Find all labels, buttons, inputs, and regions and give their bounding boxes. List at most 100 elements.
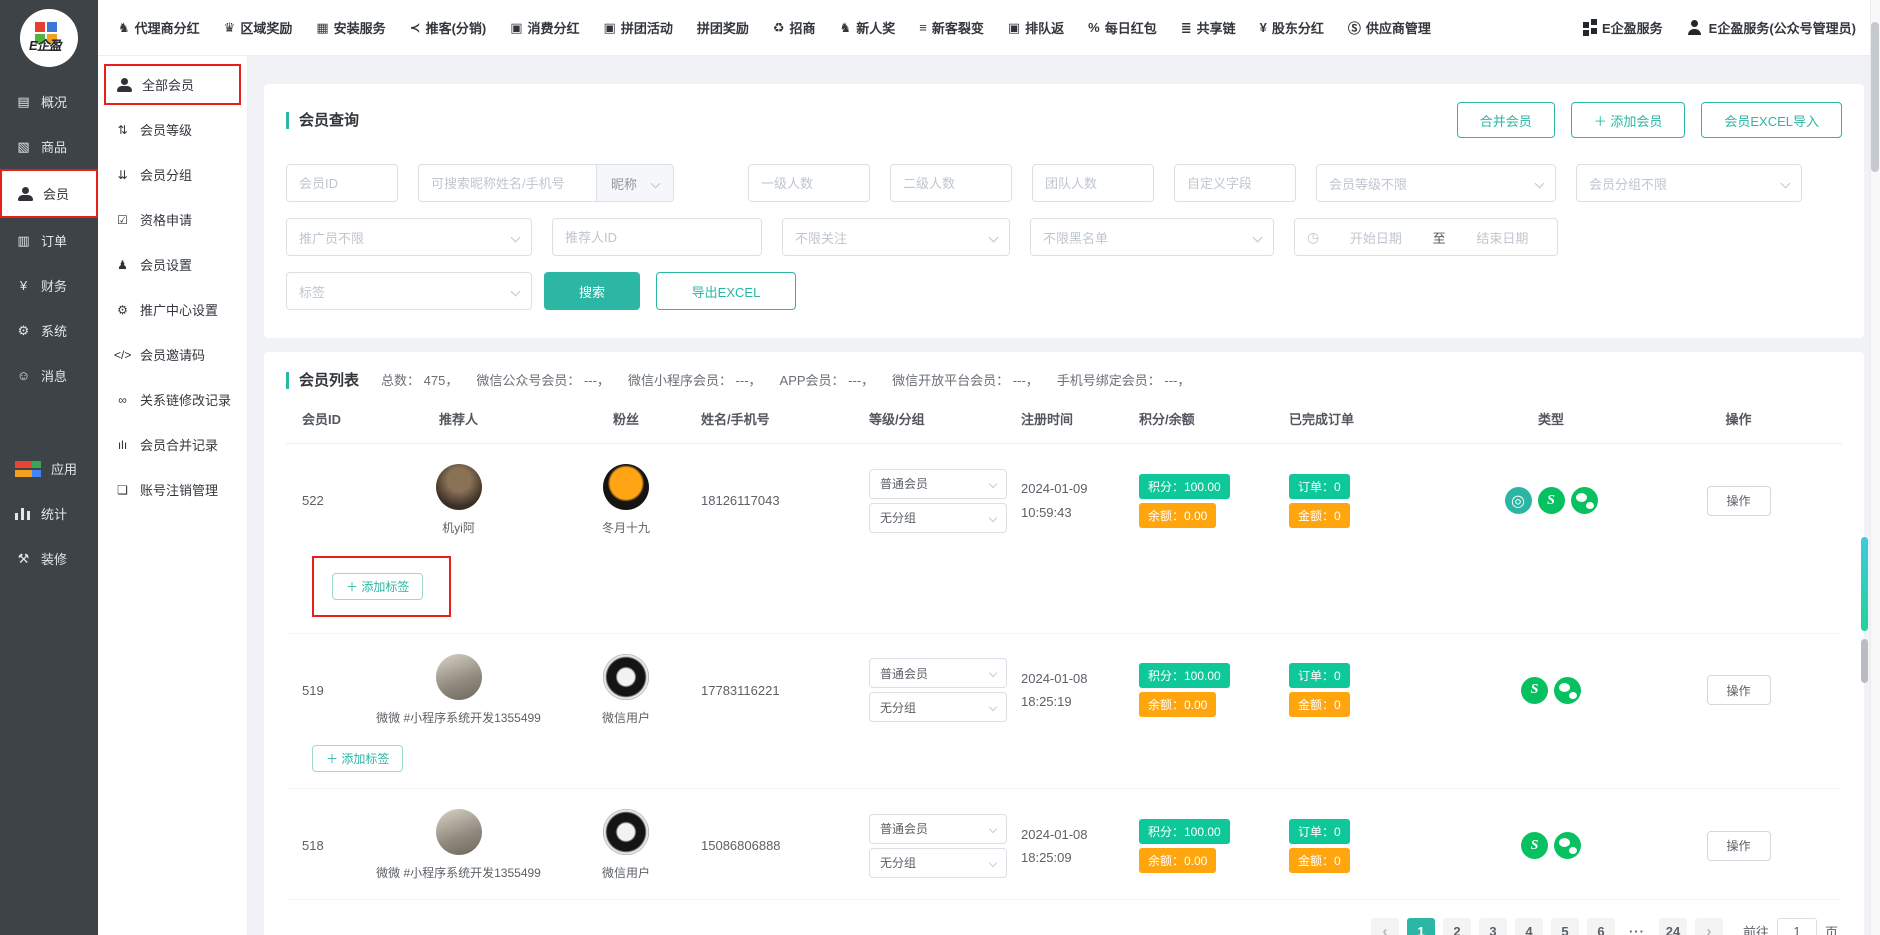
topnav-item[interactable]: ¥ 股东分红 (1260, 18, 1324, 37)
member-id-input[interactable] (286, 164, 398, 202)
submenu-item[interactable]: ⚙ 推广中心设置 (98, 287, 247, 332)
sidebar-item-icon (15, 507, 32, 520)
topnav-item-label: 排队返 (1025, 18, 1064, 37)
promoter-select[interactable]: 推广员不限 (286, 218, 532, 256)
add-tag-button[interactable]: ＋ 添加标签 (312, 745, 403, 772)
page-button[interactable]: 6 (1587, 918, 1615, 935)
quick-nav-thumb[interactable] (1861, 639, 1868, 683)
chevron-down-icon (989, 514, 997, 522)
sidebar-item[interactable]: ▧ 商品 (0, 124, 98, 169)
topnav-item[interactable]: ≣ 共享链 (1181, 18, 1236, 37)
topnav-item[interactable]: ▦ 安装服务 (316, 18, 385, 37)
export-excel-button[interactable]: 导出EXCEL (656, 272, 796, 310)
group-select[interactable]: 无分组 (869, 848, 1007, 878)
submenu-item[interactable]: 全部会员 (104, 64, 241, 105)
topnav-item[interactable]: ▣ 拼团活动 (604, 18, 673, 37)
topnav-item-icon: ≺ (410, 20, 421, 36)
row-action-button[interactable]: 操作 (1707, 831, 1771, 861)
search-button[interactable]: 搜索 (544, 272, 640, 310)
sidebar-item[interactable]: 会员 (0, 169, 98, 218)
sidebar-item[interactable]: 应用 (0, 446, 98, 491)
team-count-input[interactable] (1032, 164, 1154, 202)
topnav-item[interactable]: % 每日红包 (1088, 18, 1157, 37)
submenu-item[interactable]: ☑ 资格申请 (98, 197, 247, 242)
wechat-pay-icon (1521, 832, 1548, 859)
topnav-item[interactable]: ▣ 排队返 (1008, 18, 1064, 37)
topnav-item[interactable]: 拼团奖励 (697, 18, 749, 37)
add-tag-annotation: ＋ 添加标签 (312, 745, 403, 772)
excel-import-button[interactable]: 会员EXCEL导入 (1701, 102, 1842, 138)
topnav-item[interactable]: ♻ 招商 (773, 18, 816, 37)
goto-page-input[interactable] (1777, 918, 1817, 935)
merge-member-button[interactable]: 合并会员 (1457, 102, 1555, 138)
sidebar-item[interactable]: ▥ 订单 (0, 218, 98, 263)
service-menu[interactable]: E企盈服务 (1583, 18, 1663, 37)
group-select[interactable]: 无分组 (869, 692, 1007, 722)
chevron-down-icon (511, 232, 521, 242)
submenu-item[interactable]: ⇅ 会员等级 (98, 107, 247, 152)
scrollbar-thumb[interactable] (1871, 22, 1879, 172)
row-action-button[interactable]: 操作 (1707, 675, 1771, 705)
sidebar-item[interactable]: ☺ 消息 (0, 353, 98, 398)
sidebar-item[interactable]: ▤ 概况 (0, 79, 98, 124)
submenu-item[interactable]: ⇊ 会员分组 (98, 152, 247, 197)
level1-count-input[interactable] (748, 164, 870, 202)
topnav-item-icon: % (1088, 20, 1100, 35)
quick-nav-indicator[interactable] (1861, 537, 1868, 631)
submenu-item[interactable]: </> 会员邀请码 (98, 332, 247, 377)
fan-name: 冬月十九 (551, 519, 701, 538)
next-page-button[interactable]: › (1695, 918, 1723, 935)
follow-filter-select[interactable]: 不限关注 (782, 218, 1010, 256)
topnav-item-label: 股东分红 (1272, 18, 1324, 37)
custom-field-input[interactable] (1174, 164, 1296, 202)
submenu-item[interactable]: ılı 会员合并记录 (98, 422, 247, 467)
prev-page-button[interactable]: ‹ (1371, 918, 1399, 935)
page-button[interactable]: 1 (1407, 918, 1435, 935)
sidebar-item[interactable]: ¥ 财务 (0, 263, 98, 308)
topnav-item[interactable]: ▣ 消费分红 (510, 18, 579, 37)
topnav-item-icon: ≡ (919, 20, 927, 35)
tag-select[interactable]: 标签 (286, 272, 532, 310)
submenu-item-label: 会员等级 (140, 120, 192, 139)
group-select[interactable]: 无分组 (869, 503, 1007, 533)
page-button[interactable]: 4 (1515, 918, 1543, 935)
sidebar-item[interactable]: ⚙ 系统 (0, 308, 98, 353)
page-button[interactable]: 3 (1479, 918, 1507, 935)
sidebar-item[interactable]: ⚒ 装修 (0, 536, 98, 581)
topnav-item[interactable]: ♞ 代理商分红 (118, 18, 200, 37)
topnav-item[interactable]: ♛ 区域奖励 (224, 18, 293, 37)
level-select[interactable]: 普通会员 (869, 814, 1007, 844)
page-button[interactable]: 5 (1551, 918, 1579, 935)
level2-count-input[interactable] (890, 164, 1012, 202)
level-select[interactable]: 普通会员 (869, 469, 1007, 499)
page-button[interactable]: ··· (1623, 918, 1651, 935)
row-action-button[interactable]: 操作 (1707, 486, 1771, 516)
sidebar-item-icon: ▤ (15, 94, 32, 110)
register-time: 2024-01-08 18:25:19 (1021, 667, 1139, 714)
submenu-item[interactable]: ♟ 会员设置 (98, 242, 247, 287)
member-group-select[interactable]: 会员分组不限 (1576, 164, 1802, 202)
keyword-input[interactable] (418, 164, 596, 202)
member-level-select[interactable]: 会员等级不限 (1316, 164, 1556, 202)
referrer-id-input[interactable] (552, 218, 762, 256)
tiles-icon (1583, 22, 1589, 28)
page-button[interactable]: 2 (1443, 918, 1471, 935)
account-menu[interactable]: E企盈服务(公众号管理员) (1687, 18, 1856, 37)
sidebar-item-label: 消息 (41, 366, 67, 385)
topnav-item[interactable]: ≡ 新客裂变 (919, 18, 984, 37)
page-button[interactable]: 24 (1659, 918, 1687, 935)
submenu-item[interactable]: ❏ 账号注销管理 (98, 467, 247, 512)
add-tag-button[interactable]: ＋ 添加标签 (332, 573, 423, 600)
stat-item: 微信小程序会员： ---， (628, 370, 762, 389)
topnav-item[interactable]: ♞ 新人奖 (840, 18, 896, 37)
blacklist-filter-select[interactable]: 不限黑名单 (1030, 218, 1274, 256)
submenu-item[interactable]: ∞ 关系链修改记录 (98, 377, 247, 422)
date-range-picker[interactable]: 开始日期 至 结束日期 (1294, 218, 1558, 256)
sidebar-item-label: 统计 (41, 504, 67, 523)
sidebar-item[interactable]: 统计 (0, 491, 98, 536)
level-select[interactable]: 普通会员 (869, 658, 1007, 688)
topnav-item[interactable]: ≺ 推客(分销) (410, 18, 487, 37)
add-member-button[interactable]: ＋ 添加会员 (1571, 102, 1686, 138)
search-type-select[interactable]: 昵称 (596, 164, 674, 202)
topnav-item[interactable]: Ⓢ 供应商管理 (1348, 18, 1431, 37)
